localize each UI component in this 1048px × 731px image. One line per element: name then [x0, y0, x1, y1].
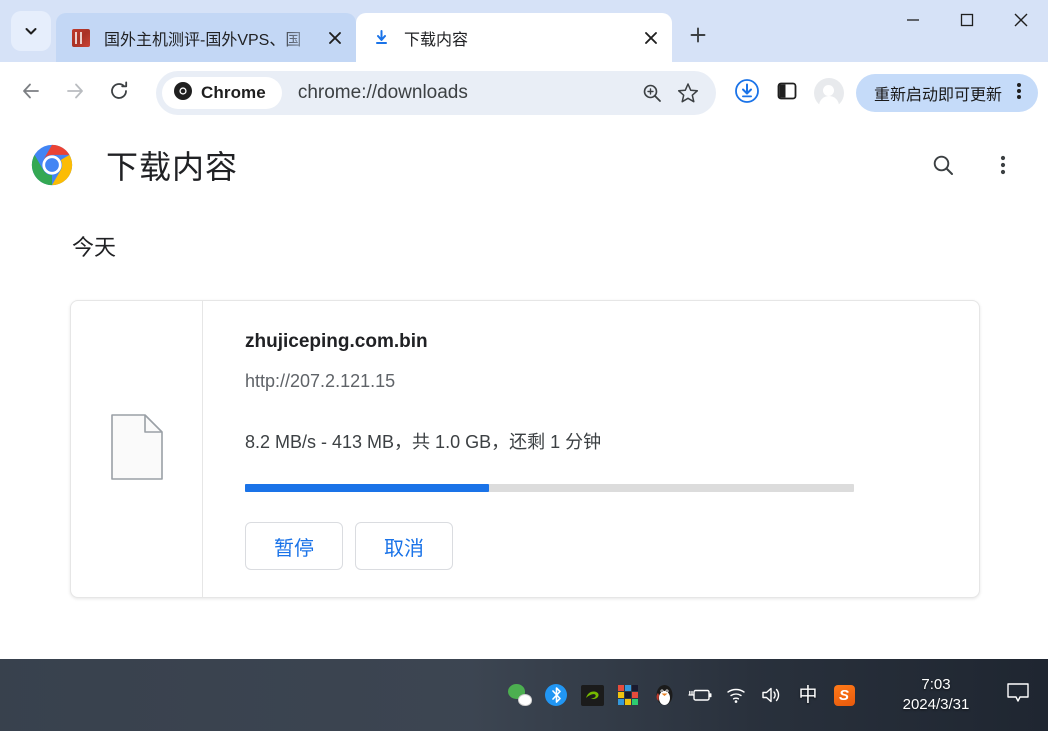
chevron-down-icon	[23, 23, 39, 39]
page-title: 下载内容	[106, 149, 239, 185]
close-icon	[1012, 11, 1030, 34]
download-progress-bar	[245, 484, 854, 492]
browser-toolbar: Chrome chrome://downloads 重新启动即可更新	[0, 62, 1048, 124]
header-actions	[926, 148, 1020, 182]
tab-search-button[interactable]	[11, 11, 51, 51]
plus-icon	[689, 26, 707, 49]
system-tray: 中 S	[502, 676, 862, 714]
download-source-url[interactable]: http://207.2.121.15	[245, 371, 955, 392]
battery-charging-icon[interactable]	[682, 676, 718, 714]
address-bar[interactable]: Chrome chrome://downloads	[156, 71, 716, 115]
color-grid-icon[interactable]	[610, 676, 646, 714]
downloads-page: 下载内容 今天 zhujiceping.com.bin http://207.2…	[0, 124, 1048, 659]
downloads-tray-icon	[734, 78, 760, 109]
close-window-button[interactable]	[994, 0, 1048, 44]
browser-window: 国外主机测评-国外VPS、国 下载内容 Chrome chrome://down…	[0, 0, 1048, 659]
minimize-button[interactable]	[886, 0, 940, 44]
bluetooth-icon[interactable]	[538, 676, 574, 714]
tab-close-button[interactable]	[638, 25, 664, 51]
maximize-button[interactable]	[940, 0, 994, 44]
tab-strip: 国外主机测评-国外VPS、国 下载内容	[0, 0, 1048, 62]
zoom-in-icon[interactable]	[634, 75, 670, 111]
minimize-icon	[905, 12, 921, 33]
downloads-header: 下载内容	[0, 124, 1048, 206]
url-text[interactable]: chrome://downloads	[298, 82, 634, 104]
generic-file-icon	[109, 413, 165, 486]
download-status-text: 8.2 MB/s - 413 MB，共 1.0 GB，还剩 1 分钟	[245, 432, 602, 452]
tab-downloads[interactable]: 下载内容	[356, 13, 672, 62]
chrome-icon	[173, 81, 193, 106]
reload-button[interactable]	[98, 72, 140, 114]
star-icon[interactable]	[670, 75, 706, 111]
wechat-icon[interactable]	[502, 676, 538, 714]
new-tab-button[interactable]	[678, 17, 718, 57]
side-panel-icon	[776, 80, 798, 107]
reload-icon	[108, 80, 130, 107]
qq-icon[interactable]	[646, 676, 682, 714]
chrome-chip[interactable]: Chrome	[162, 77, 282, 109]
arrow-right-icon	[64, 80, 86, 107]
update-button[interactable]: 重新启动即可更新	[855, 74, 1038, 112]
side-panel-button[interactable]	[768, 74, 806, 112]
site-favicon-icon	[72, 28, 90, 47]
tab-close-button[interactable]	[322, 25, 348, 51]
ime-chinese-icon[interactable]: 中	[790, 676, 826, 714]
wifi-icon[interactable]	[718, 676, 754, 714]
notification-center-button[interactable]	[992, 681, 1044, 710]
search-icon[interactable]	[926, 148, 960, 182]
download-details: zhujiceping.com.bin http://207.2.121.15 …	[203, 301, 979, 597]
tab-title: 国外主机测评-国外VPS、国	[104, 31, 302, 49]
windows-taskbar: 中 S 7:03 2024/3/31	[0, 659, 1048, 731]
maximize-icon	[959, 12, 975, 33]
notification-icon	[1005, 681, 1031, 710]
forward-button[interactable]	[54, 72, 96, 114]
ime-label: 中	[798, 684, 818, 706]
chrome-logo-icon	[30, 143, 74, 187]
downloads-button[interactable]	[728, 74, 766, 112]
three-dot-menu-icon[interactable]	[986, 148, 1020, 182]
download-filename[interactable]: zhujiceping.com.bin	[245, 331, 955, 353]
download-file-icon-column	[71, 301, 203, 597]
window-controls	[886, 0, 1048, 62]
arrow-left-icon	[20, 80, 42, 107]
clock-date: 2024/3/31	[902, 696, 970, 713]
avatar[interactable]	[813, 78, 844, 108]
three-dot-menu-icon[interactable]	[1010, 80, 1028, 107]
tab-site-review[interactable]: 国外主机测评-国外VPS、国	[56, 13, 356, 62]
section-label-today: 今天	[72, 235, 117, 260]
tab-title: 下载内容	[404, 31, 469, 49]
cancel-button[interactable]: 取消	[355, 522, 453, 570]
taskbar-clock[interactable]: 7:03 2024/3/31	[880, 675, 992, 715]
sogou-label: S	[833, 684, 855, 706]
nvidia-icon[interactable]	[574, 676, 610, 714]
download-actions: 暂停 取消	[245, 522, 955, 570]
chrome-chip-label: Chrome	[201, 83, 266, 102]
back-button[interactable]	[10, 72, 52, 114]
download-progress-fill	[245, 484, 489, 492]
volume-icon[interactable]	[754, 676, 790, 714]
screen: 国外主机测评-国外VPS、国 下载内容 Chrome chrome://down…	[0, 0, 1048, 731]
update-label: 重新启动即可更新	[873, 87, 1002, 104]
download-icon	[372, 29, 390, 47]
pause-button[interactable]: 暂停	[245, 522, 343, 570]
download-item-card[interactable]: zhujiceping.com.bin http://207.2.121.15 …	[70, 300, 980, 598]
clock-time: 7:03	[921, 676, 951, 693]
sogou-input-icon[interactable]: S	[826, 676, 862, 714]
